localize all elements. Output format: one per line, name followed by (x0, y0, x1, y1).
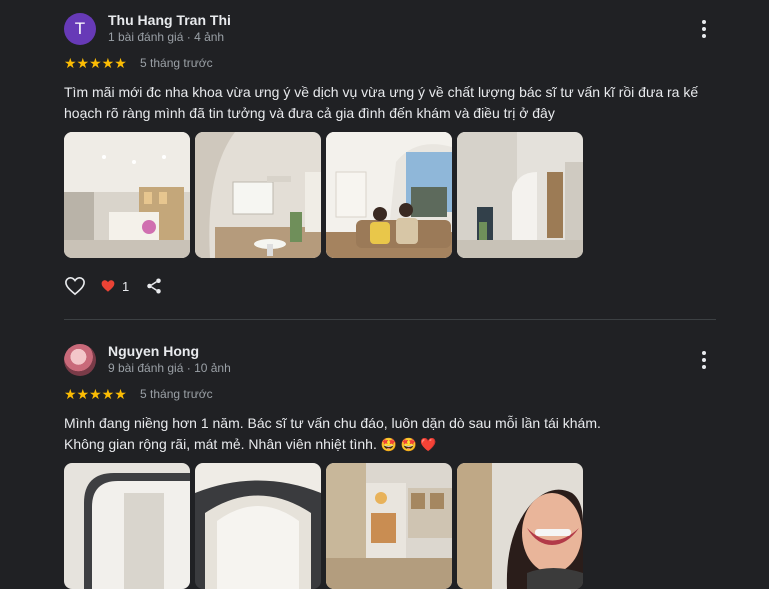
like-count: 1 (122, 278, 130, 294)
review-photo[interactable] (64, 132, 190, 258)
review-photo[interactable] (195, 463, 321, 589)
review-text-line: Mình đang niềng hơn 1 năm. Bác sĩ tư vấn… (64, 415, 601, 431)
more-options-icon[interactable] (694, 17, 714, 41)
review-date: 5 tháng trước (140, 56, 213, 70)
review-photo[interactable] (195, 132, 321, 258)
review-photo[interactable] (64, 463, 190, 589)
review-photo[interactable] (457, 463, 583, 589)
review-photo[interactable] (457, 132, 583, 258)
reviewer-meta: 9 bài đánh giá · 10 ảnh (108, 361, 231, 375)
review-date: 5 tháng trước (140, 387, 213, 401)
review-photo[interactable] (326, 132, 452, 258)
star-rating: ★★★★★ (64, 386, 127, 402)
heart-icon (100, 279, 116, 293)
emoji-reactions: 🤩 🤩 ❤️ (380, 437, 437, 452)
review-text: Tìm mãi mới đc nha khoa vừa ưng ý về dịc… (64, 84, 699, 121)
review-text-line: Không gian rộng rãi, mát mẻ. Nhân viên n… (64, 436, 437, 452)
avatar[interactable]: T (64, 13, 96, 45)
review-text: Mình đang niềng hơn 1 năm. Bác sĩ tư vấn… (64, 413, 714, 455)
reviewer-name[interactable]: Nguyen Hong (108, 343, 199, 359)
photo-strip (64, 463, 583, 589)
star-rating: ★★★★★ (64, 55, 127, 71)
photo-strip (64, 132, 583, 258)
reviewer-meta: 1 bài đánh giá · 4 ảnh (108, 30, 225, 44)
share-icon[interactable] (145, 277, 163, 295)
review-actions: 1 (64, 276, 163, 296)
reviewer-name[interactable]: Thu Hang Tran Thi (108, 12, 231, 28)
like-icon[interactable] (64, 276, 86, 296)
more-options-icon[interactable] (694, 348, 714, 372)
review-photo[interactable] (326, 463, 452, 589)
avatar[interactable] (64, 344, 96, 376)
divider (64, 319, 716, 320)
